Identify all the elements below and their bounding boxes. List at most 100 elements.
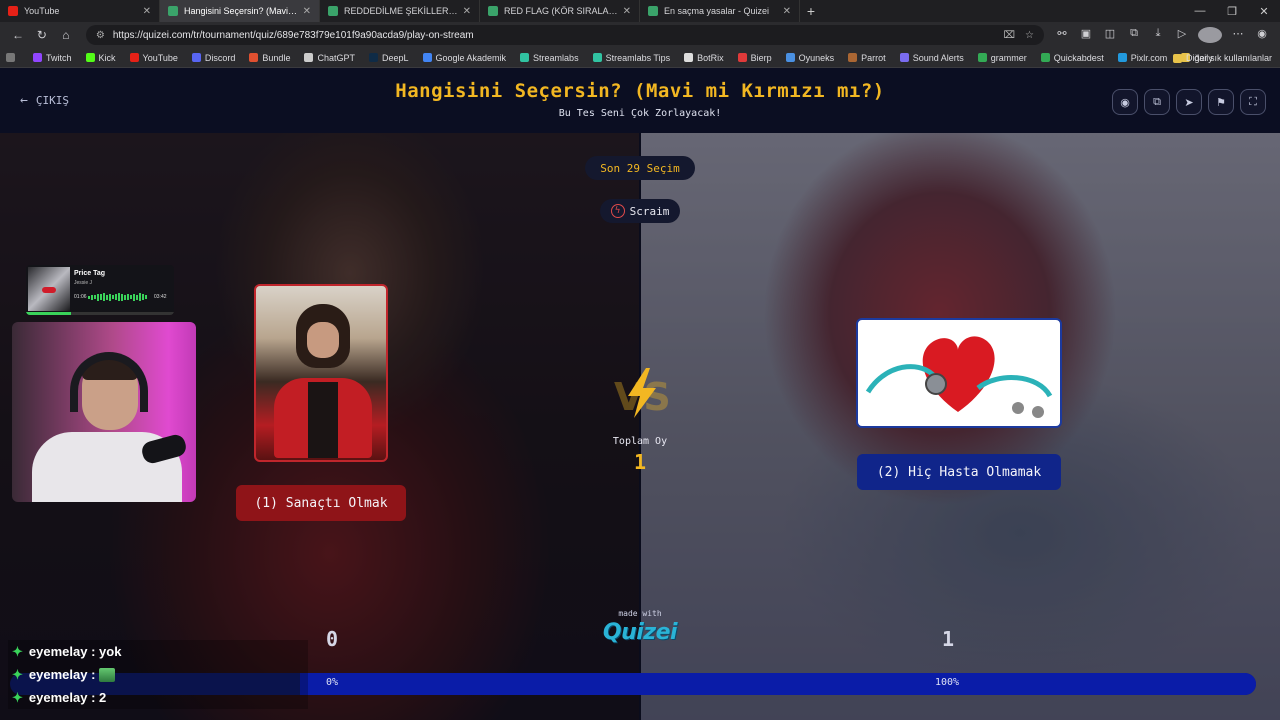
waveform-bar: [88, 295, 90, 299]
bookmark-item[interactable]: Twitch: [33, 53, 72, 63]
reload-icon[interactable]: ↻: [30, 28, 54, 42]
streamer-name: Scraim: [629, 204, 670, 218]
waveform-bar: [97, 293, 99, 301]
bookmark-item[interactable]: Bundle: [249, 53, 290, 63]
sidebar-icon[interactable]: ◫: [1098, 27, 1122, 43]
bookmark-item[interactable]: Parrot: [848, 53, 886, 63]
bookmark-icon: [785, 53, 795, 62]
menu-dots-icon[interactable]: ⋯: [1226, 27, 1250, 43]
fullscreen-icon[interactable]: ⛶: [1240, 89, 1266, 115]
bookmark-item[interactable]: Discord: [191, 53, 235, 63]
chat-overlay: ✦ eyemelay : yok ✦ eyemelay : ✦ eyemelay…: [8, 640, 308, 709]
bookmark-icon: [304, 53, 314, 62]
bookmark-item[interactable]: Bierp: [737, 53, 772, 63]
song-elapsed: 01:06: [74, 294, 87, 300]
media-play-icon[interactable]: ▷: [1170, 27, 1194, 43]
tab-title: Hangisini Seçersin? (Mavi mi Kırmızı: [184, 6, 299, 16]
quizei-favicon-icon: [488, 6, 498, 16]
waveform-bar: [127, 294, 129, 300]
made-with-label: made with: [618, 609, 662, 618]
bookmark-icon: [737, 53, 747, 62]
bookmark-item[interactable]: Streamlabs: [520, 53, 579, 63]
bookmark-icon: [33, 53, 42, 62]
eye-icon[interactable]: ◉: [1112, 89, 1138, 115]
close-tab-icon[interactable]: ✕: [783, 6, 791, 17]
option-2-button[interactable]: (2) Hiç Hasta Olmamak: [857, 454, 1061, 490]
close-tab-icon[interactable]: ✕: [623, 6, 631, 17]
quizei-favicon-icon: [328, 6, 338, 16]
bookmark-label: Sound Alerts: [912, 52, 964, 63]
collections-icon[interactable]: ⧉: [1122, 27, 1146, 43]
chat-emote-icon: [99, 667, 116, 682]
flag-icon[interactable]: ⚑: [1208, 89, 1234, 115]
bookmark-item[interactable]: Sound Alerts: [899, 52, 964, 63]
address-bar[interactable]: ⚙ https://quizei.com/tr/tournament/quiz/…: [85, 25, 1044, 45]
chat-user: eyemelay: [28, 667, 88, 682]
copilot-icon[interactable]: ◉: [1250, 27, 1274, 43]
other-bookmarks[interactable]: Diğer sık kullanılanlar: [1172, 48, 1272, 68]
option-1-image[interactable]: [254, 284, 388, 462]
downloads-icon[interactable]: ⤓: [1146, 27, 1170, 43]
browser-tab[interactable]: RED FLAG (KÖR SIRALAMA) PARTİ ✕: [480, 0, 640, 22]
bookmark-icon: [422, 53, 432, 62]
browser-tab[interactable]: REDDEDİLME ŞEKİLLERİ (KÖR SIRA ✕: [320, 0, 480, 22]
bookmark-folder-icon[interactable]: [6, 53, 19, 62]
quiz-title: Hangisini Seçersin? (Mavi mi Kırmızı mı?…: [395, 80, 885, 102]
tab-title: En saçma yasalar - Quizei: [664, 6, 770, 16]
close-tab-icon[interactable]: ✕: [143, 6, 151, 17]
translate-icon[interactable]: ⌧: [1004, 30, 1016, 41]
lightning-icon: ϟ: [610, 204, 625, 218]
send-icon[interactable]: ➤: [1176, 89, 1202, 115]
bookmark-item[interactable]: Quickabdest: [1040, 52, 1104, 63]
bookmark-label: Quickabdest: [1053, 52, 1104, 63]
browser-tab-active[interactable]: Hangisini Seçersin? (Mavi mi Kırmızı ✕: [160, 0, 320, 22]
minimize-icon[interactable]: —: [1184, 0, 1216, 22]
bookmark-item[interactable]: DeepL: [368, 53, 409, 63]
header-actions: ◉ ⧉ ➤ ⚑ ⛶: [1106, 89, 1266, 115]
home-icon[interactable]: ⌂: [54, 28, 78, 42]
chat-separator: :: [87, 690, 100, 705]
quizei-logo[interactable]: Quizei: [592, 620, 688, 645]
youtube-favicon-icon: [8, 6, 18, 16]
new-tab-button[interactable]: +: [800, 0, 822, 22]
option-1-button[interactable]: (1) Sanaçtı Olmak: [236, 485, 406, 521]
browser-tab[interactable]: En saçma yasalar - Quizei ✕: [640, 0, 800, 22]
browser-tab[interactable]: YouTube ✕: [0, 0, 160, 22]
bookmark-item[interactable]: Google Akademik: [422, 52, 507, 63]
bookmark-item[interactable]: Kick: [85, 53, 116, 63]
chat-text: 2: [99, 690, 107, 705]
option-2-percent: 100%: [935, 677, 960, 688]
split-view-icon[interactable]: ▣: [1074, 27, 1098, 43]
bookmark-label: grammer: [990, 52, 1027, 63]
waveform-bar: [112, 295, 114, 299]
bookmark-item[interactable]: Oyuneks: [785, 53, 834, 63]
browser-tabstrip: YouTube ✕ Hangisini Seçersin? (Mavi mi K…: [0, 0, 1280, 22]
bookmark-item[interactable]: Streamlabs Tips: [592, 53, 670, 63]
quiz-header: ← ÇIKIŞ Hangisini Seçersin? (Mavi mi Kır…: [0, 68, 1280, 133]
bookmark-item[interactable]: YouTube: [129, 53, 178, 63]
bookmark-item[interactable]: ChatGPT: [304, 53, 355, 63]
back-icon[interactable]: ←: [6, 28, 30, 42]
favorite-star-icon[interactable]: ☆: [1025, 30, 1034, 41]
bookmark-label: Google Akademik: [435, 52, 507, 63]
tab-title: REDDEDİLME ŞEKİLLERİ (KÖR SIRA: [344, 6, 459, 16]
subscriber-badge-icon: ✦: [12, 689, 23, 705]
close-tab-icon[interactable]: ✕: [463, 6, 471, 17]
streamer-badge: ϟ Scraim: [600, 199, 680, 223]
bookmark-icon: [592, 53, 602, 62]
close-window-icon[interactable]: ✕: [1248, 0, 1280, 22]
subscriber-badge-icon: ✦: [12, 666, 23, 682]
maximize-icon[interactable]: ❐: [1216, 0, 1248, 22]
close-tab-icon[interactable]: ✕: [303, 6, 311, 17]
folder-icon: [1172, 53, 1182, 63]
url-text[interactable]: https://quizei.com/tr/tournament/quiz/68…: [113, 30, 994, 41]
bookmark-item[interactable]: BotRix: [684, 53, 724, 63]
option-2-image[interactable]: [856, 318, 1062, 428]
profile-avatar[interactable]: [1198, 27, 1222, 43]
bookmark-item[interactable]: grammer: [977, 52, 1027, 63]
bookmark-item[interactable]: Pixlr.com: [1117, 53, 1167, 63]
waveform-bar: [142, 294, 144, 300]
share-icon[interactable]: ⧉: [1144, 89, 1170, 115]
site-info-icon[interactable]: ⚙: [96, 30, 105, 41]
extensions-icon[interactable]: ⚯: [1050, 27, 1074, 43]
